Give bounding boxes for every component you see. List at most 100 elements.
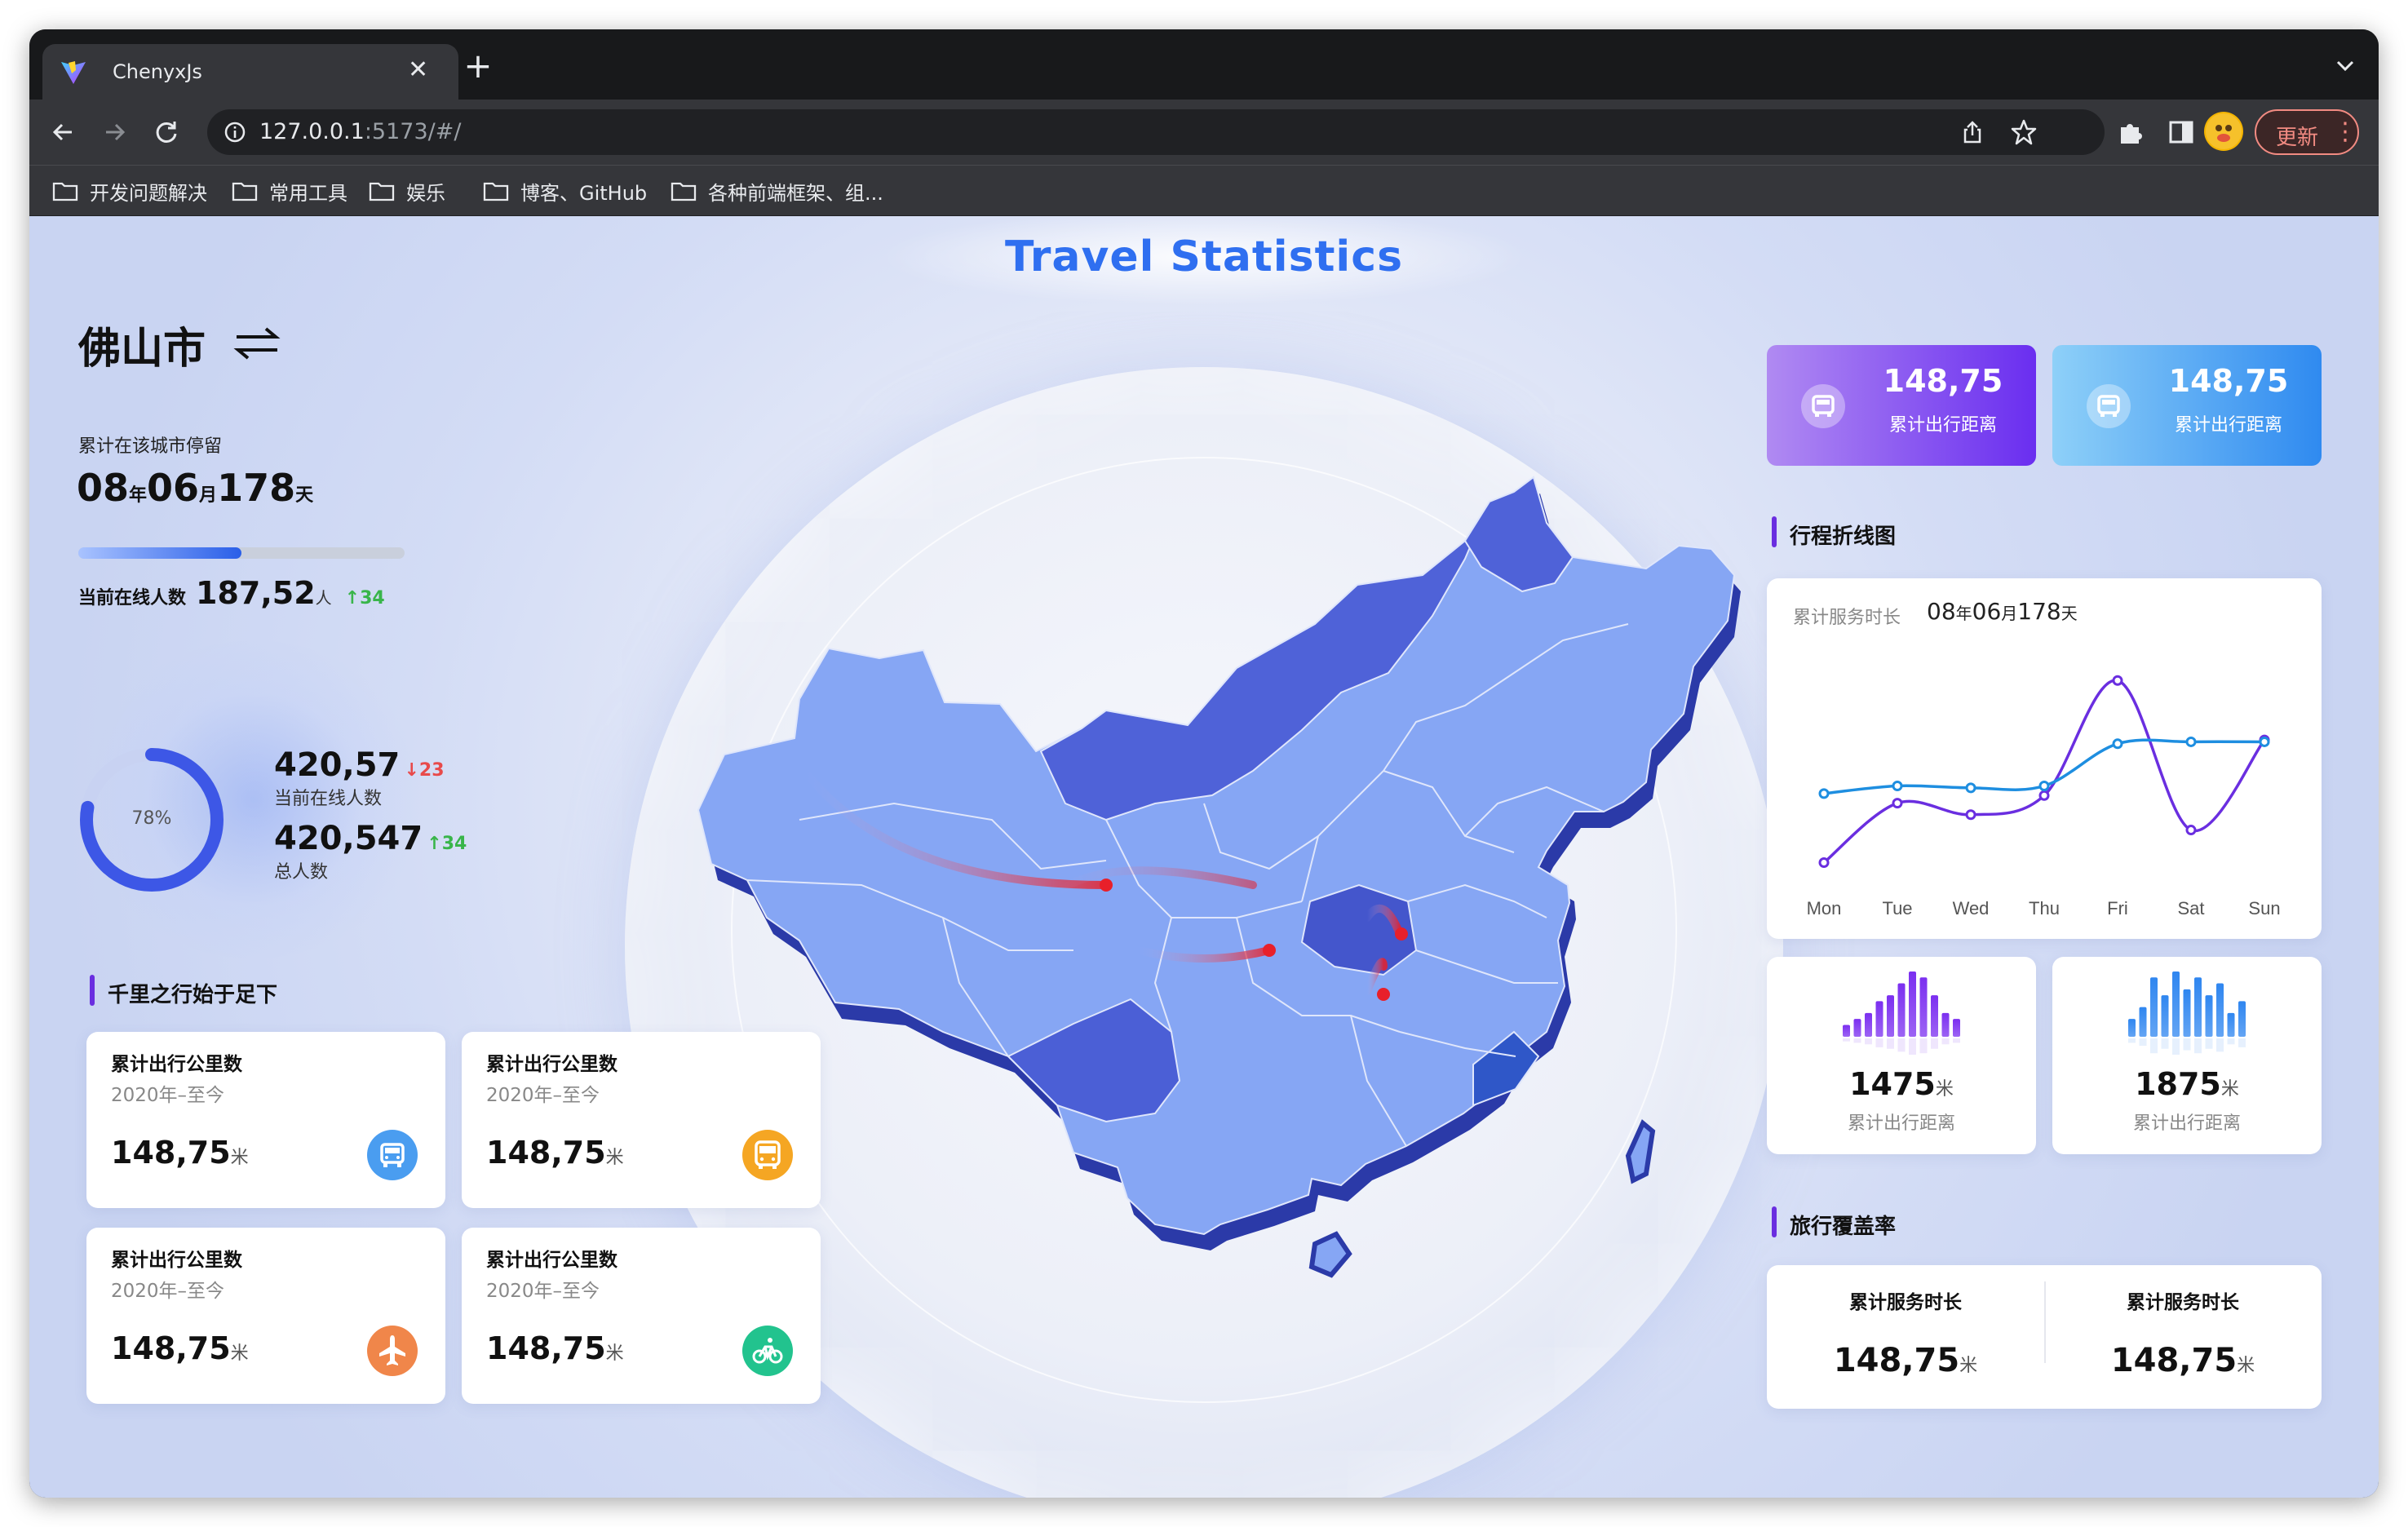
bike-icon bbox=[742, 1326, 793, 1376]
series-point bbox=[2259, 736, 2270, 747]
more-menu-icon[interactable]: ⋮ bbox=[2333, 117, 2357, 146]
series-point bbox=[2185, 825, 2197, 836]
line-header-value: 08年06月178天 bbox=[1927, 598, 2078, 625]
browser-tab[interactable]: ChenyxJs ✕ bbox=[42, 44, 458, 100]
series-point bbox=[2112, 675, 2123, 686]
x-tick-label: Sun bbox=[2248, 898, 2280, 918]
bar-reflection bbox=[1843, 1038, 1850, 1042]
car-icon bbox=[367, 1130, 418, 1180]
section-coverage-title: 旅行覆盖率 bbox=[1772, 1206, 1896, 1240]
coverage-item: 累计服务时长 148,75米 bbox=[1833, 1292, 1978, 1379]
online-users: 当前在线人数 187,52 人 ↑34 bbox=[78, 575, 385, 611]
back-icon[interactable] bbox=[47, 116, 80, 148]
bar bbox=[1897, 983, 1906, 1037]
bar-reflection bbox=[1909, 1038, 1916, 1055]
section-line-title: 行程折线图 bbox=[1772, 516, 1896, 550]
series-point bbox=[1892, 798, 1903, 809]
profile-avatar[interactable] bbox=[2204, 112, 2243, 151]
series-point bbox=[2185, 736, 2197, 747]
reload-icon[interactable] bbox=[150, 116, 183, 148]
bookmarks-bar: 开发问题解决 常用工具 娱乐 博客、GitHub 各种前端框架、组... bbox=[29, 165, 2379, 215]
bar bbox=[2139, 1007, 2147, 1037]
mileage-card[interactable]: 累计出行公里数 2020年–至今 148,75米 bbox=[462, 1228, 821, 1404]
bar-reflection bbox=[2216, 1038, 2224, 1052]
bar-reflection bbox=[1865, 1038, 1872, 1045]
bar-reflection bbox=[2139, 1038, 2147, 1047]
line-header-label: 累计服务时长 bbox=[1793, 608, 1901, 628]
bar-reflection bbox=[1887, 1038, 1894, 1049]
url-text: 127.0.0.1:5173/#/ bbox=[259, 119, 462, 144]
bar-reflection bbox=[2238, 1038, 2246, 1047]
top-stat-card[interactable]: 148,75 累计出行距离 bbox=[2052, 345, 2322, 466]
bar-reflection bbox=[2172, 1038, 2180, 1055]
bookmark-folder[interactable]: 开发问题解决 bbox=[52, 177, 207, 205]
vite-logo-icon bbox=[61, 61, 86, 84]
new-tab-icon[interactable]: + bbox=[454, 46, 502, 86]
x-tick-label: Thu bbox=[2029, 898, 2060, 918]
plane-icon bbox=[367, 1326, 418, 1376]
stat-online: 420,57 ↓23 当前在线人数 bbox=[274, 746, 445, 809]
bar-reflection bbox=[1897, 1038, 1906, 1052]
bar bbox=[1875, 1001, 1883, 1037]
chevron-down-icon[interactable] bbox=[2333, 54, 2357, 78]
close-tab-icon[interactable]: ✕ bbox=[408, 55, 428, 84]
series-line-0 bbox=[1822, 679, 2266, 864]
bar bbox=[1909, 972, 1916, 1037]
share-icon[interactable] bbox=[1959, 119, 1985, 145]
switch-city-icon[interactable] bbox=[233, 325, 281, 361]
update-button[interactable]: 更新 ⋮ bbox=[2255, 109, 2359, 155]
browser-window: ChenyxJs ✕ + 127.0.0.1:5173/#/ 更新 ⋮ 开发问题… bbox=[29, 29, 2379, 1498]
stay-duration: 08年06月178天 bbox=[77, 466, 314, 510]
stat-total: 420,547 ↑34 总人数 bbox=[274, 820, 467, 883]
bar bbox=[1941, 1012, 1950, 1037]
bar-stat-card[interactable]: 1875米 累计出行距离 bbox=[2052, 957, 2322, 1154]
site-info-icon[interactable] bbox=[224, 121, 246, 144]
x-tick-label: Tue bbox=[1882, 898, 1912, 918]
bookmark-folder[interactable]: 博客、GitHub bbox=[483, 177, 647, 205]
address-bar[interactable]: 127.0.0.1:5173/#/ bbox=[207, 109, 2105, 155]
x-tick-label: Sat bbox=[2177, 898, 2204, 918]
bar bbox=[1843, 1025, 1850, 1037]
page-title: Travel Statistics bbox=[1004, 232, 1404, 281]
bar bbox=[2128, 1019, 2136, 1037]
series-point bbox=[1965, 809, 1976, 821]
extensions-icon[interactable] bbox=[2114, 116, 2147, 148]
bookmark-label: 各种前端框架、组... bbox=[708, 181, 883, 205]
city-name: 佛山市 bbox=[78, 325, 206, 374]
car-icon bbox=[1801, 384, 1845, 428]
bar-stat-card[interactable]: 1475米 累计出行距离 bbox=[1767, 957, 2036, 1154]
bar bbox=[1887, 995, 1894, 1037]
bookmark-label: 开发问题解决 bbox=[90, 181, 207, 205]
series-point bbox=[2038, 790, 2050, 801]
bookmark-folder[interactable]: 各种前端框架、组... bbox=[671, 177, 883, 205]
bar bbox=[2150, 977, 2158, 1037]
bar-reflection bbox=[2150, 1038, 2158, 1054]
bookmark-folder[interactable]: 娱乐 bbox=[369, 177, 445, 205]
progress-fill bbox=[78, 547, 241, 559]
sidepanel-icon[interactable] bbox=[2165, 116, 2198, 148]
mileage-card[interactable]: 累计出行公里数 2020年–至今 148,75米 bbox=[462, 1032, 821, 1208]
bookmark-star-icon[interactable] bbox=[2010, 118, 2038, 146]
bar bbox=[1931, 995, 1938, 1037]
series-point bbox=[1892, 781, 1903, 791]
bar bbox=[2216, 983, 2224, 1037]
line-chart: Mon Tue Wed Thu Fri Sat Sun bbox=[1807, 675, 2281, 918]
bar-reflection bbox=[2205, 1038, 2213, 1049]
bookmark-folder[interactable]: 常用工具 bbox=[232, 177, 347, 205]
bookmark-label: 常用工具 bbox=[269, 181, 347, 205]
forward-icon[interactable] bbox=[98, 116, 131, 148]
bar-reflection bbox=[2227, 1038, 2235, 1045]
stay-label: 累计在该城市停留 bbox=[78, 436, 223, 457]
bar bbox=[2205, 995, 2213, 1037]
x-tick-label: Fri bbox=[2107, 898, 2128, 918]
top-stat-card[interactable]: 148,75 累计出行距离 bbox=[1767, 345, 2036, 466]
mileage-card[interactable]: 累计出行公里数 2020年–至今 148,75米 bbox=[86, 1032, 445, 1208]
coverage-card: 累计服务时长 148,75米 累计服务时长 148,75米 bbox=[1767, 1265, 2322, 1409]
bar-reflection bbox=[1953, 1038, 1960, 1043]
mileage-card[interactable]: 累计出行公里数 2020年–至今 148,75米 bbox=[86, 1228, 445, 1404]
x-tick-label: Mon bbox=[1807, 898, 1842, 918]
folder-icon bbox=[369, 182, 395, 201]
bus-icon bbox=[742, 1130, 793, 1180]
series-point bbox=[2112, 738, 2123, 750]
bar bbox=[1865, 1012, 1872, 1037]
